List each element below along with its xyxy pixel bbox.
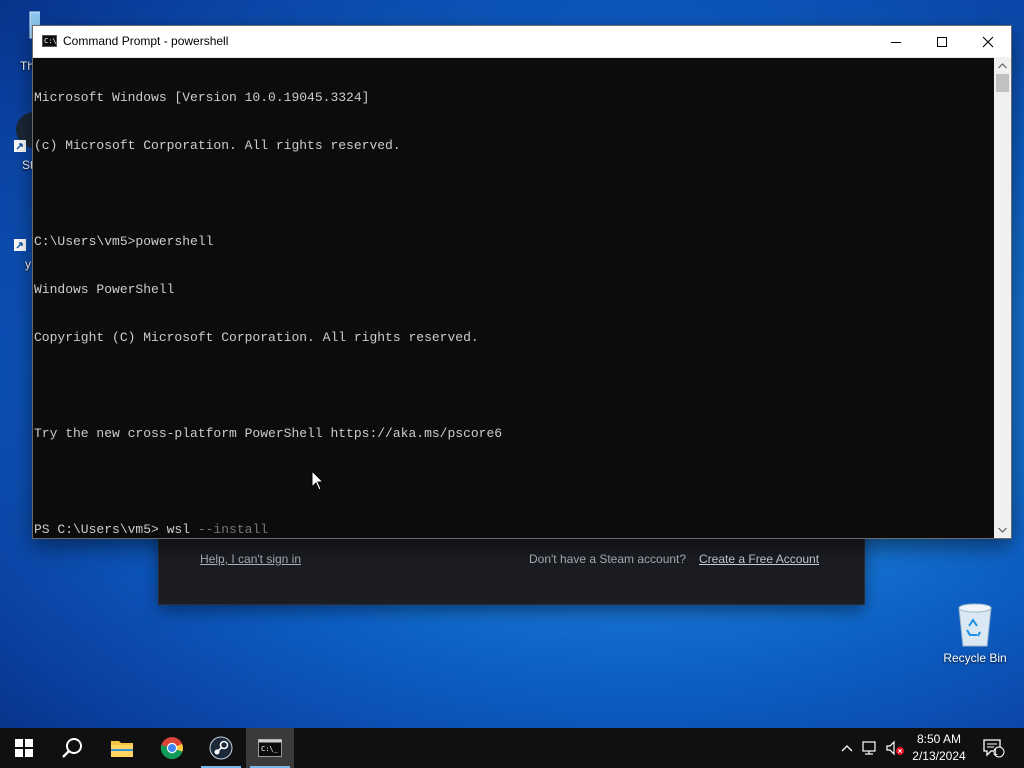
scroll-thumb[interactable]	[996, 74, 1009, 92]
command-prompt-icon: C:\_	[42, 35, 61, 47]
console-line: (c) Microsoft Corporation. All rights re…	[34, 138, 401, 153]
command-line[interactable]: PS C:\Users\vm5> wsl --install	[33, 522, 994, 538]
search-button[interactable]	[48, 728, 96, 768]
clock[interactable]: 8:50 AM 2/13/2024	[906, 731, 972, 765]
console-output[interactable]: Microsoft Windows [Version 10.0.19045.33…	[33, 57, 994, 539]
typed-command: wsl	[166, 522, 191, 537]
command-prompt-taskbar-button[interactable]: C:\_	[246, 728, 294, 768]
maximize-button[interactable]	[919, 26, 965, 57]
minimize-button[interactable]	[873, 26, 919, 57]
volume-button[interactable]	[884, 728, 906, 768]
create-account-link[interactable]: Create a Free Account	[699, 552, 819, 566]
chevron-up-icon	[998, 62, 1007, 68]
chrome-icon	[160, 737, 183, 760]
console-line: Windows PowerShell	[34, 282, 175, 297]
console-line: C:\Users\vm5>powershell	[34, 234, 214, 249]
command-prompt-icon: C:\_	[258, 739, 282, 757]
help-sign-in-link[interactable]: Help, I can't sign in	[200, 552, 301, 566]
desktop-icon-recycle-bin[interactable]: Recycle Bin	[943, 600, 1007, 665]
network-button[interactable]	[860, 728, 882, 768]
window-title: Command Prompt - powershell	[63, 34, 229, 48]
console-line: Try the new cross-platform PowerShell ht…	[34, 426, 503, 441]
command-suggestion: --install	[190, 522, 269, 537]
desktop-icon-label: y	[25, 257, 31, 271]
scroll-up-button[interactable]	[994, 57, 1011, 74]
chevron-up-icon	[841, 745, 853, 752]
close-icon	[982, 36, 994, 47]
chrome-button[interactable]	[148, 728, 196, 768]
volume-muted-icon	[886, 740, 904, 756]
console-line: Microsoft Windows [Version 10.0.19045.33…	[34, 90, 370, 105]
minimize-icon	[891, 41, 901, 43]
console-line: Copyright (C) Microsoft Corporation. All…	[34, 330, 479, 345]
file-explorer-button[interactable]	[98, 728, 146, 768]
close-button[interactable]	[965, 26, 1011, 57]
recycle-bin-icon	[958, 603, 992, 647]
no-account-text: Don't have a Steam account?	[529, 552, 687, 566]
clock-time: 8:50 AM	[916, 732, 962, 746]
mouse-cursor-icon	[311, 470, 325, 491]
scroll-down-button[interactable]	[994, 521, 1011, 538]
recycle-bin-label: Recycle Bin	[943, 651, 1007, 665]
title-bar[interactable]: C:\_ Command Prompt - powershell	[33, 26, 1011, 58]
svg-text:C:\_: C:\_	[261, 745, 279, 753]
start-icon	[15, 739, 33, 757]
desktop-icon-label: Th	[20, 59, 35, 73]
chevron-down-icon	[998, 527, 1007, 533]
start-button[interactable]	[0, 728, 48, 768]
taskbar: C:\_ 8:50 AM 2/13/2024 1	[0, 728, 1024, 768]
action-center-button[interactable]: 1	[978, 728, 1008, 768]
steam-icon	[209, 736, 233, 760]
prompt: PS C:\Users\vm5>	[34, 522, 167, 537]
steam-button[interactable]	[197, 728, 245, 768]
search-icon	[62, 738, 82, 758]
network-icon	[862, 741, 876, 755]
vertical-scrollbar[interactable]	[994, 57, 1011, 538]
command-prompt-window[interactable]: C:\_ Command Prompt - powershell Microso…	[33, 26, 1011, 538]
file-explorer-icon	[111, 741, 133, 757]
notification-count-badge: 1	[993, 747, 999, 757]
maximize-icon	[937, 36, 947, 47]
show-hidden-icons-button[interactable]	[838, 728, 856, 768]
desktop-icon-label: St	[22, 158, 34, 172]
clock-date: 2/13/2024	[912, 749, 966, 763]
